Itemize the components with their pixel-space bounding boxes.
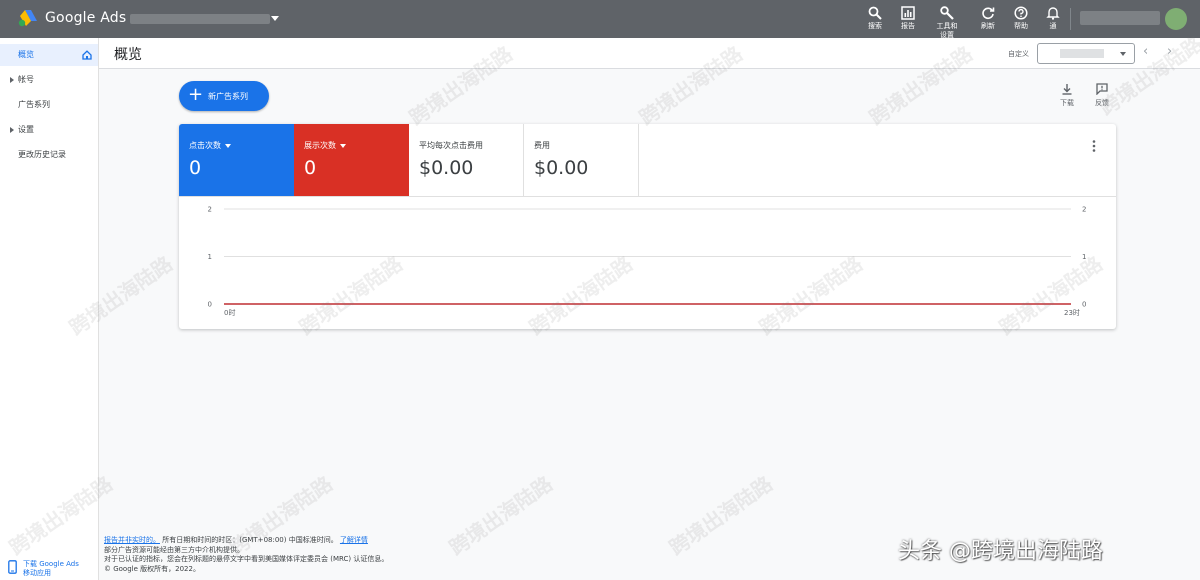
search-icon: [868, 6, 882, 20]
sidebar-item-label: 帐号: [18, 75, 34, 84]
footer-line: 对于已认证的指标，您会在列标题的悬停文字中看到美国媒体评定委员会 (MRC) 认…: [104, 555, 389, 563]
performance-chart: 0 1 2 0 1 2 0时 23时: [208, 206, 1087, 318]
google-ads-logo-icon[interactable]: [18, 9, 38, 27]
bell-icon: [1046, 7, 1060, 20]
download-icon: [1062, 84, 1072, 95]
chevron-right-icon[interactable]: ›: [1167, 44, 1172, 59]
sidebar: 概览 帐号 广告系列 设置 更改历史记录 下载 Google Ads 移动应用: [0, 38, 99, 580]
toolbar-label: 通: [1049, 22, 1057, 30]
new-campaign-button[interactable]: + 新广告系列: [179, 81, 269, 111]
toolbar-tools-button[interactable]: 工具和设置: [929, 6, 965, 40]
top-bar: Google Ads 搜索 报告 工具和设置 刷新 帮助 通: [0, 0, 1200, 40]
watermark: 跨境出海陆路: [664, 471, 777, 560]
toolbar-label: 报告: [901, 22, 915, 30]
home-icon: [82, 50, 92, 60]
metric-value: 0: [304, 157, 317, 179]
sidebar-item-settings[interactable]: 设置: [0, 119, 98, 141]
metric-label: 平均每次点击费用: [419, 141, 483, 150]
expand-arrow-icon: [10, 127, 14, 133]
x-tick-label: 0时: [224, 308, 235, 317]
y-tick-label-left: 0: [208, 301, 212, 309]
metric-label: 展示次数: [304, 140, 346, 151]
app-name: Google Ads: [45, 10, 127, 26]
sidebar-item-account[interactable]: 帐号: [0, 69, 98, 91]
metric-label: 点击次数: [189, 140, 231, 151]
toolbar-help-button[interactable]: 帮助: [1003, 6, 1039, 31]
y-tick-label-left: 1: [208, 253, 212, 261]
app-download-line2: 移动应用: [23, 569, 51, 577]
user-account-info[interactable]: [1080, 11, 1160, 25]
footer-copyright: © Google 版权所有，2022。: [104, 564, 200, 573]
feedback-icon: [1096, 83, 1108, 95]
page-header: 概览 自定义 ‹ ›: [99, 38, 1200, 69]
footer-line: 部分广告资源可能经由第三方中介机构提供。: [104, 545, 244, 554]
mobile-app-download-link[interactable]: 下载 Google Ads 移动应用: [8, 557, 96, 580]
sidebar-item-campaigns[interactable]: 广告系列: [0, 94, 98, 116]
plus-icon: +: [188, 84, 204, 105]
y-tick-label-left: 2: [208, 206, 212, 214]
page-title: 概览: [114, 47, 142, 63]
tools-icon: [940, 6, 954, 20]
sidebar-item-label: 设置: [18, 125, 34, 134]
download-label: 下载: [1060, 99, 1074, 107]
date-range-selector[interactable]: [1037, 43, 1135, 64]
toolbar-notifications-button[interactable]: 通: [1035, 6, 1071, 31]
toolbar-reports-button[interactable]: 报告: [890, 6, 926, 31]
account-selector[interactable]: [130, 14, 270, 24]
performance-card: 点击次数 0 展示次数 0 平均每次点击费用 $0.00 费用 $0.00 0 1…: [179, 124, 1116, 329]
reports-icon: [901, 6, 915, 20]
feedback-label: 反馈: [1095, 99, 1109, 107]
y-tick-label-right: 0: [1082, 301, 1086, 309]
sidebar-item-change-history[interactable]: 更改历史记录: [0, 144, 98, 166]
y-tick-label-right: 1: [1082, 253, 1086, 261]
metric-label: 费用: [534, 141, 550, 150]
footer: 报告并非实时的。 所有日期和时间的时区：(GMT+08:00) 中国标准时间。 …: [104, 536, 388, 574]
account-dropdown-icon[interactable]: [271, 16, 279, 21]
toolbar-label: 帮助: [1014, 22, 1028, 30]
sidebar-item-label: 概览: [18, 50, 34, 59]
learn-more-link[interactable]: 了解详情: [340, 536, 368, 544]
toolbar-search-button[interactable]: 搜索: [857, 6, 893, 31]
phone-icon: [8, 560, 17, 574]
new-campaign-label: 新广告系列: [208, 92, 248, 101]
help-icon: [1014, 6, 1028, 20]
x-tick-label: 23时: [1064, 308, 1080, 317]
sidebar-item-label: 更改历史记录: [18, 150, 66, 159]
toolbar-label: 刷新: [981, 22, 995, 30]
chevron-left-icon[interactable]: ‹: [1143, 44, 1148, 59]
feedback-button[interactable]: 反馈: [1089, 83, 1115, 108]
expand-arrow-icon: [10, 77, 14, 83]
toolbar-label: 搜索: [868, 22, 882, 30]
source-credit: 头条 @跨境出海陆路: [898, 539, 1103, 564]
chevron-down-icon: [225, 143, 231, 148]
metric-value: $0.00: [419, 157, 474, 179]
footer-realtime-link[interactable]: 报告并非实时的。: [104, 536, 160, 544]
toolbar-refresh-button[interactable]: 刷新: [970, 6, 1006, 31]
date-range-label: 自定义: [1008, 50, 1029, 58]
more-options-icon[interactable]: [1090, 139, 1098, 153]
metric-cost[interactable]: 费用 $0.00: [524, 124, 639, 196]
y-tick-label-right: 2: [1082, 206, 1086, 214]
avatar[interactable]: [1165, 8, 1187, 30]
chevron-down-icon: [340, 143, 346, 148]
metric-impressions[interactable]: 展示次数 0: [294, 124, 409, 196]
toolbar-divider: [1070, 8, 1071, 30]
watermark: 跨境出海陆路: [444, 471, 557, 560]
footer-timezone-text: 所有日期和时间的时区：(GMT+08:00) 中国标准时间。: [162, 536, 338, 544]
sidebar-item-label: 广告系列: [18, 100, 50, 109]
metric-clicks[interactable]: 点击次数 0: [179, 124, 294, 196]
sidebar-item-overview[interactable]: 概览: [0, 44, 98, 66]
refresh-icon: [982, 7, 995, 20]
download-button[interactable]: 下载: [1054, 83, 1080, 108]
metric-avg-cpc[interactable]: 平均每次点击费用 $0.00: [409, 124, 524, 196]
date-range-value: [1060, 49, 1104, 58]
metric-value: $0.00: [534, 157, 589, 179]
metric-value: 0: [189, 157, 202, 179]
chevron-down-icon: [1120, 52, 1126, 56]
